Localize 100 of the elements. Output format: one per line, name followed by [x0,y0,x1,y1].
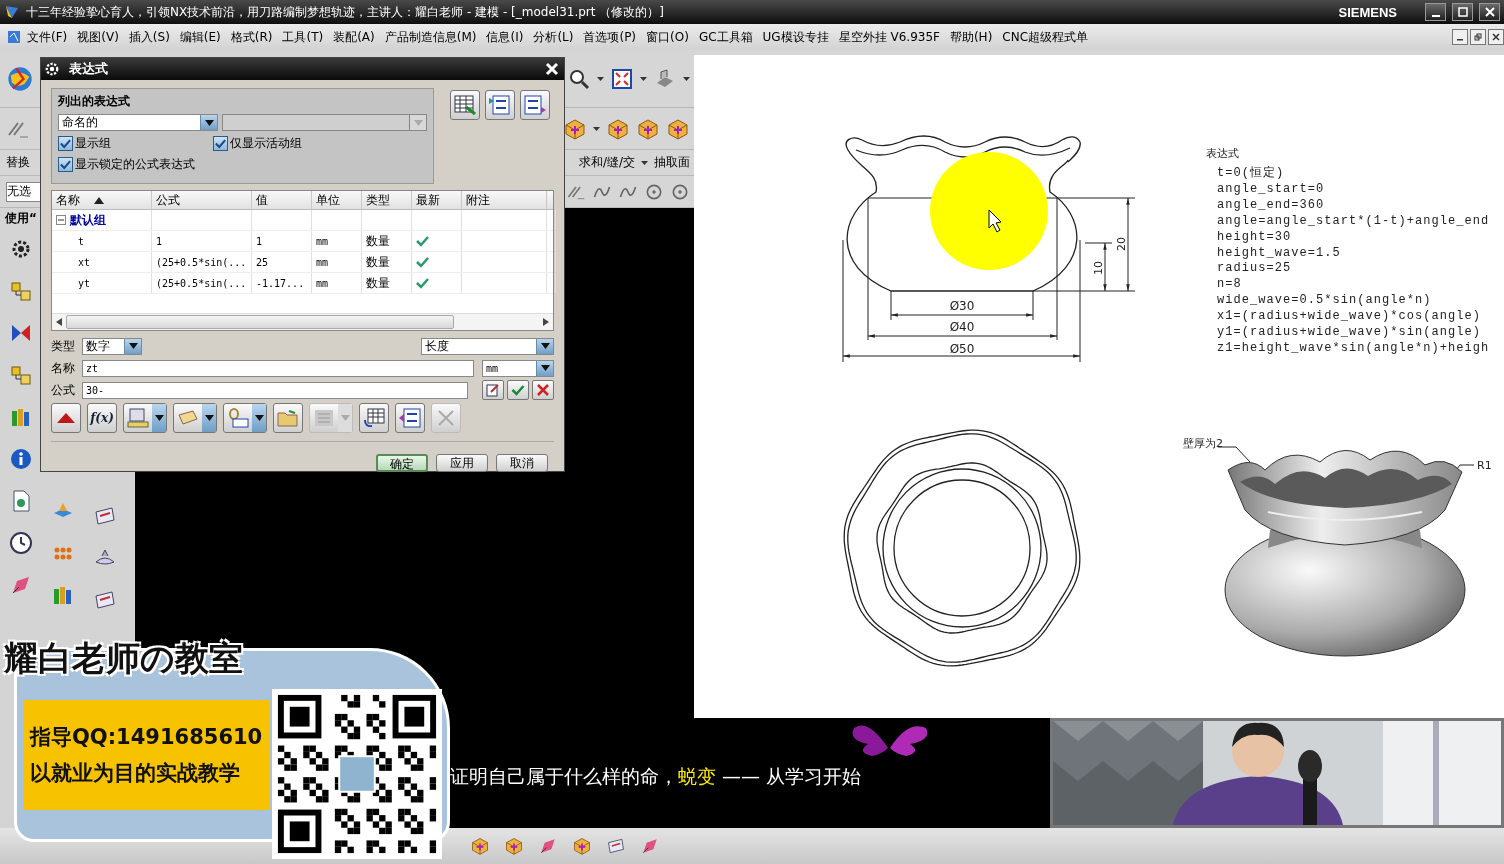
globe-icon[interactable] [6,64,34,93]
tree-group-label[interactable]: 默认组 [70,211,106,229]
close-button[interactable] [1479,3,1500,21]
fit-view-icon[interactable] [610,66,634,91]
table-cell: mm [316,235,329,247]
menu-item[interactable]: 文件(F) [22,26,73,48]
card-icon[interactable] [606,836,626,856]
minimize-button[interactable] [1452,29,1468,45]
function-button[interactable]: f(x) [87,403,117,433]
checkbox[interactable] [58,136,73,151]
menu-item[interactable]: 星空外挂 V6.935F [833,26,945,48]
column-header[interactable]: 附注 [462,191,547,209]
menu-item[interactable]: 分析(L) [528,26,579,48]
dialog-button[interactable]: 取消 [496,454,548,472]
restore-button[interactable] [1470,29,1486,45]
compare-button[interactable] [395,403,425,433]
feature-menu[interactable]: 求和/缝/交 [578,154,635,171]
pen-icon[interactable] [538,836,558,856]
menu-item[interactable]: UG模设专挂 [757,26,834,48]
menu-item[interactable]: 工具(T) [277,26,329,48]
formula-field[interactable]: 30- [82,381,468,399]
pen-icon[interactable] [640,836,660,856]
folder-icon [277,409,299,427]
expression-line: y1=(radius+wide_wave)*sin(angle) [1217,325,1482,339]
horizontal-scrollbar[interactable] [52,313,553,330]
checkbox[interactable] [213,136,228,151]
promo-line: 指导QQ:1491685610 [30,724,264,751]
info-icon[interactable] [9,447,33,471]
unit-dropdown[interactable]: mm [482,359,554,377]
export-button[interactable] [520,90,550,120]
minus-icon [58,217,64,223]
dialog-button[interactable]: 确定 [376,454,428,472]
table-cell: 1 [256,235,263,247]
measure-button[interactable] [123,403,167,433]
group-dropdown[interactable] [222,114,427,131]
checkbox-label: 仅显示活动组 [230,135,302,152]
cube-icon[interactable] [504,836,524,856]
link-button[interactable] [223,403,267,433]
close-icon [537,384,549,396]
card-icon[interactable] [93,504,117,528]
cube-icon[interactable] [572,836,592,856]
replace-label[interactable]: 替换 [6,154,30,171]
check-icon [511,384,525,396]
column-header[interactable]: 值 [252,191,312,209]
table-cell: mm [316,256,329,268]
table-cell: (25+0.5*sin(... [156,277,247,289]
collapse-toggle[interactable] [56,215,66,225]
column-header[interactable]: 最新 [412,191,462,209]
menu-item[interactable]: 信息(I) [481,26,529,48]
menu-item[interactable]: 格式(R) [225,26,278,48]
menu-item[interactable]: 产品制造信息(M) [379,26,482,48]
expression-line: angle_end=360 [1217,197,1325,212]
column-header[interactable]: 公式 [152,191,252,209]
expression-line: z1=height_wave*sin(angle*n)+heigh [1217,340,1490,355]
tag-button[interactable] [173,403,217,433]
expression-line: height_wave=1.5 [1217,245,1341,260]
menu-item[interactable]: 首选项(P) [578,26,642,48]
menu-item[interactable]: 窗口(O) [641,26,694,48]
blocks-icon[interactable] [9,279,33,303]
collapse-button[interactable] [51,403,81,433]
caret-icon [340,415,350,421]
ruler-icon [127,408,149,428]
triangle-icon [57,413,75,423]
close-button[interactable] [1488,29,1504,45]
menu-item[interactable]: CNC超级程式单 [997,26,1094,48]
dimension-dropdown[interactable]: 长度 [421,337,554,355]
maximize-button[interactable] [1452,3,1473,21]
caret-icon [597,76,604,81]
column-header[interactable]: 单位 [312,191,362,209]
menu-item[interactable]: 装配(A) [328,26,380,48]
menu-item[interactable]: 视图(V) [72,26,124,48]
refresh-button[interactable] [359,403,389,433]
type-dropdown[interactable]: 数字 [82,337,142,355]
menu-item[interactable]: 帮助(H) [944,26,998,48]
list-compare-icon [399,408,421,428]
extract-face-menu[interactable]: 抽取面 [654,154,690,171]
table-cell: 1 [156,235,163,247]
cube-icon[interactable] [470,836,490,856]
edit-button[interactable] [482,380,504,400]
reject-button[interactable] [532,380,554,400]
dialog-button[interactable]: 应用 [436,454,488,472]
name-field[interactable]: zt [82,359,474,377]
blocks-icon[interactable] [9,363,33,387]
open-file-button[interactable] [273,403,303,433]
menu-item[interactable]: 编辑(E) [174,26,226,48]
card-icon[interactable] [93,588,117,612]
dialog-title: 表达式 [69,60,109,78]
checkbox[interactable] [58,157,73,172]
menu-item[interactable]: GC工具箱 [693,26,758,48]
spreadsheet-button[interactable] [450,90,480,120]
accept-button[interactable] [507,380,529,400]
menu-item[interactable]: 插入(S) [123,26,175,48]
column-header[interactable]: 名称 [52,191,152,209]
column-header[interactable]: 类型 [362,191,412,209]
minimize-button[interactable] [1425,3,1446,21]
import-button[interactable] [485,90,515,120]
clock-icon[interactable] [9,531,33,555]
filter-dropdown[interactable]: 命名的 [58,114,218,131]
selection-filter-field[interactable]: 无选 [6,181,42,202]
field-label: 公式 [51,381,76,399]
